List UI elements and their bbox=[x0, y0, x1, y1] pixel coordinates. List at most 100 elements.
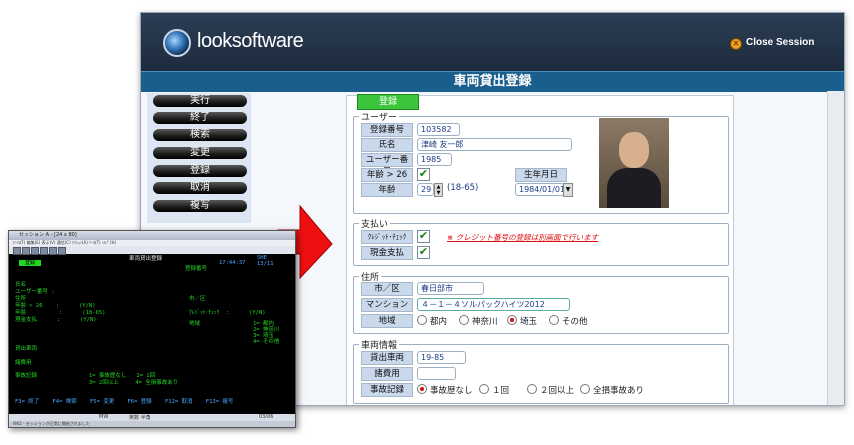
terminal-region: 地域 bbox=[189, 321, 201, 327]
terminal-message: I902 - セッションが正常に開始されました bbox=[9, 421, 295, 427]
accident-radio-once[interactable] bbox=[479, 384, 489, 394]
terminal-accident: 事故記録 bbox=[15, 373, 38, 379]
credit-check-label: ｸﾚｼﾞｯﾄ･ﾁｪｯｸ bbox=[361, 230, 413, 244]
name-field[interactable]: 津崎 友一郎 bbox=[417, 138, 572, 151]
terminal-city: 市／区 bbox=[189, 296, 206, 302]
terminal-function-keys: F3= 終了 F4= 検索 F5= 変更 F6= 登録 F12= 取消 F13=… bbox=[15, 399, 234, 405]
terminal-address: 住所 bbox=[15, 296, 27, 302]
toolbar-paste-icon[interactable] bbox=[22, 247, 30, 255]
age-over-label: 年齢 > 26 bbox=[361, 168, 413, 182]
user-no-label: ユーザー番号 bbox=[361, 153, 413, 177]
terminal-date: 13/11 bbox=[257, 261, 274, 267]
user-section-legend: ユーザー bbox=[359, 110, 399, 123]
terminal-cash: 現金支払 : (Y/N) bbox=[15, 317, 97, 323]
menu-cancel-button[interactable]: 取消 bbox=[153, 182, 247, 194]
status-mid: 英数 半角 bbox=[129, 415, 151, 421]
region-option-kanagawa: 神奈川 bbox=[472, 317, 498, 327]
menu-exit-button[interactable]: 終了 bbox=[153, 112, 247, 124]
terminal-heading: 車両貸出登録 bbox=[129, 256, 163, 262]
toolbar-receive-icon[interactable] bbox=[49, 247, 57, 255]
birthdate-field[interactable]: 1984/01/01 bbox=[515, 183, 564, 196]
vehicle-section-legend: 車両情報 bbox=[359, 338, 400, 351]
status-left: MW bbox=[99, 414, 109, 420]
logo-icon bbox=[163, 29, 191, 57]
region-radio-tokyo[interactable] bbox=[417, 315, 427, 325]
region-radio-other[interactable] bbox=[549, 315, 559, 325]
terminal-accident-options-1: 1= 事故歴なし 2= 1回 bbox=[89, 373, 156, 379]
region-radio-kanagawa[interactable] bbox=[459, 315, 469, 325]
menu-execute-button[interactable]: 実行 bbox=[153, 95, 247, 107]
terminal-title: セッション A - [24 x 80] bbox=[9, 231, 295, 240]
payment-section-legend: 支払い bbox=[359, 217, 391, 230]
toolbar-copy-icon[interactable] bbox=[13, 247, 21, 255]
region-label: 地域 bbox=[361, 314, 413, 328]
terminal-credit: ｸﾚｼﾞｯﾄ･ﾁｪｯｸ : (Y/N) bbox=[189, 310, 266, 316]
birthdate-label: 生年月日 bbox=[515, 168, 567, 182]
name-label: 氏名 bbox=[361, 138, 413, 152]
accident-radio-total[interactable] bbox=[580, 384, 590, 394]
reg-no-field[interactable]: 103582 bbox=[417, 123, 460, 136]
credit-check-checkbox[interactable]: ✔ bbox=[417, 230, 430, 243]
toolbar-send-icon[interactable] bbox=[40, 247, 48, 255]
region-radio-saitama[interactable] bbox=[507, 315, 517, 325]
accident-option-twice: ２回以上 bbox=[540, 386, 575, 396]
mansion-field[interactable]: ４－１－４ソルパックハイツ2012 bbox=[417, 298, 570, 311]
loan-vehicle-label: 貸出車両 bbox=[361, 351, 413, 365]
accident-radio-none[interactable] bbox=[417, 384, 427, 394]
age-field[interactable]: 29 bbox=[417, 183, 434, 196]
age-spinner-icon[interactable]: ▲ ▼ bbox=[434, 183, 443, 197]
photo-face bbox=[619, 132, 649, 168]
menu-register-button[interactable]: 登録 bbox=[153, 165, 247, 177]
user-photo bbox=[599, 118, 669, 208]
terminal-name: 氏名 bbox=[15, 282, 27, 288]
terminal-region-options: 1= 都内 2= 神奈川 3= 埼玉 4= その他 bbox=[253, 321, 280, 345]
accident-radio-twice[interactable] bbox=[527, 384, 537, 394]
header-bar: looksoftware ✕ Close Session bbox=[141, 13, 844, 71]
city-field[interactable]: 春日部市 bbox=[417, 282, 484, 295]
terminal-user-no: ユーザー番号 : bbox=[15, 289, 55, 295]
chevron-down-icon[interactable]: ▼ bbox=[563, 183, 573, 197]
accident-option-total: 全損事故あり bbox=[593, 386, 645, 396]
terminal-loan-vehicle: 貸出車両 bbox=[15, 346, 38, 352]
mansion-label: マンション bbox=[361, 298, 413, 312]
terminal-time: 17:44:37 bbox=[219, 260, 246, 266]
age-range: (18-65) bbox=[447, 183, 479, 193]
age-label: 年齢 bbox=[361, 183, 413, 197]
cash-label: 現金支払 bbox=[361, 246, 413, 260]
user-no-field[interactable]: 1985 bbox=[417, 153, 452, 166]
terminal-badge: 登録 bbox=[19, 260, 41, 266]
terminal-accident-options-2: 3= 2回以上 4= 全損事故あり bbox=[89, 380, 179, 386]
menu-search-button[interactable]: 検索 bbox=[153, 129, 247, 141]
menu-change-button[interactable]: 変更 bbox=[153, 147, 247, 159]
expense-label: 諸費用 bbox=[361, 367, 413, 381]
accident-option-none: 事故歴なし bbox=[430, 386, 473, 396]
accident-label: 事故記録 bbox=[361, 383, 413, 397]
reg-no-label: 登録番号 bbox=[361, 123, 413, 137]
accident-option-once: １回 bbox=[492, 386, 510, 396]
vertical-scrollbar[interactable] bbox=[827, 91, 844, 405]
terminal-expense: 諸費用 bbox=[15, 360, 32, 366]
terminal-age-over: 年齢 > 26 : (Y/N) bbox=[15, 303, 96, 309]
city-label: 市／区 bbox=[361, 282, 413, 296]
registration-form: 登録 ユーザー 登録番号 103582 氏名 津崎 友一郎 ユーザー番号 198… bbox=[346, 94, 734, 405]
menu-copy-button[interactable]: 複写 bbox=[153, 200, 247, 212]
age-over-checkbox[interactable]: ✔ bbox=[417, 168, 430, 181]
toolbar-macro-icon[interactable] bbox=[58, 247, 66, 255]
region-option-other: その他 bbox=[562, 317, 588, 327]
toolbar-print-icon[interactable] bbox=[31, 247, 39, 255]
photo-suit bbox=[607, 168, 661, 208]
region-option-tokyo: 都内 bbox=[430, 317, 448, 327]
cash-checkbox[interactable]: ✔ bbox=[417, 246, 430, 259]
terminal-reg-no: 登録番号 bbox=[185, 266, 208, 272]
close-session-button[interactable]: Close Session bbox=[746, 37, 814, 48]
expense-field[interactable] bbox=[417, 367, 456, 380]
terminal-window: セッション A - [24 x 80] ﾌｧｲﾙ(F) 編集(E) 表示(V) … bbox=[8, 230, 296, 428]
loan-vehicle-field[interactable]: 19-85 bbox=[417, 351, 466, 364]
terminal-age: 年齢 : (18-65) bbox=[15, 310, 106, 316]
region-option-saitama: 埼玉 bbox=[520, 317, 538, 327]
credit-note: ※ クレジット番号の登録は別画面で行います bbox=[447, 233, 599, 242]
page-title: 車両貸出登録 bbox=[141, 71, 844, 92]
mode-badge: 登録 bbox=[357, 94, 419, 110]
logo-text: looksoftware bbox=[197, 30, 304, 52]
close-icon[interactable]: ✕ bbox=[730, 38, 742, 50]
